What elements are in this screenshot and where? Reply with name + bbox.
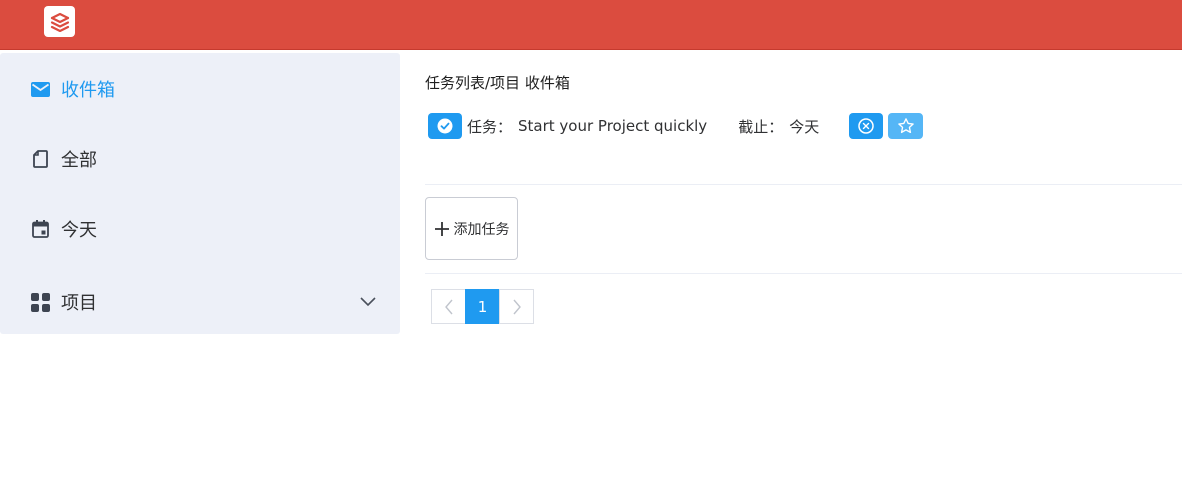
task-row: 任务： Start your Project quickly 截止： 今天 [428, 112, 924, 140]
top-bar [0, 0, 1182, 50]
pagination: 1 [431, 289, 534, 324]
check-circle-icon [437, 118, 453, 134]
chevron-left-icon [444, 299, 453, 314]
star-task-button[interactable] [888, 113, 924, 139]
calendar-icon [30, 219, 50, 239]
divider [425, 184, 1182, 185]
sidebar-item-projects[interactable]: 项目 [0, 274, 400, 330]
document-icon [30, 149, 50, 169]
divider [425, 273, 1182, 274]
page-button-current[interactable]: 1 [465, 289, 500, 324]
sidebar-item-today[interactable]: 今天 [0, 201, 400, 257]
due-label: 截止： [738, 117, 784, 136]
app-logo[interactable] [44, 6, 75, 37]
chevron-down-icon[interactable] [358, 292, 378, 312]
todoist-logo-icon [50, 12, 69, 32]
complete-task-button[interactable] [428, 113, 462, 139]
sidebar-item-label: 全部 [61, 150, 97, 171]
close-circle-icon [858, 118, 874, 134]
breadcrumb: 任务列表/项目 收件箱 [425, 74, 570, 92]
chevron-right-icon [512, 299, 521, 314]
task-prefix: 任务： [467, 117, 513, 136]
sidebar-item-all[interactable]: 全部 [0, 131, 400, 187]
grid-icon [30, 292, 50, 312]
due-value: 今天 [789, 117, 820, 136]
sidebar-item-label: 项目 [61, 293, 97, 314]
star-icon [897, 118, 914, 134]
prev-page-button[interactable] [431, 289, 466, 324]
sidebar: 收件箱 全部 今天 项目 [0, 53, 400, 334]
sidebar-item-label: 收件箱 [61, 80, 115, 101]
add-task-button[interactable]: 添加任务 [425, 197, 518, 260]
mail-icon [30, 79, 50, 99]
next-page-button[interactable] [499, 289, 534, 324]
delete-task-button[interactable] [849, 113, 884, 139]
add-task-label: 添加任务 [453, 221, 510, 238]
plus-icon [434, 221, 449, 236]
sidebar-item-label: 今天 [61, 220, 97, 241]
main-content: 任务列表/项目 收件箱 任务： Start your Project quick… [425, 50, 1182, 480]
sidebar-item-inbox[interactable]: 收件箱 [0, 61, 400, 117]
task-name: Start your Project quickly [518, 117, 708, 135]
